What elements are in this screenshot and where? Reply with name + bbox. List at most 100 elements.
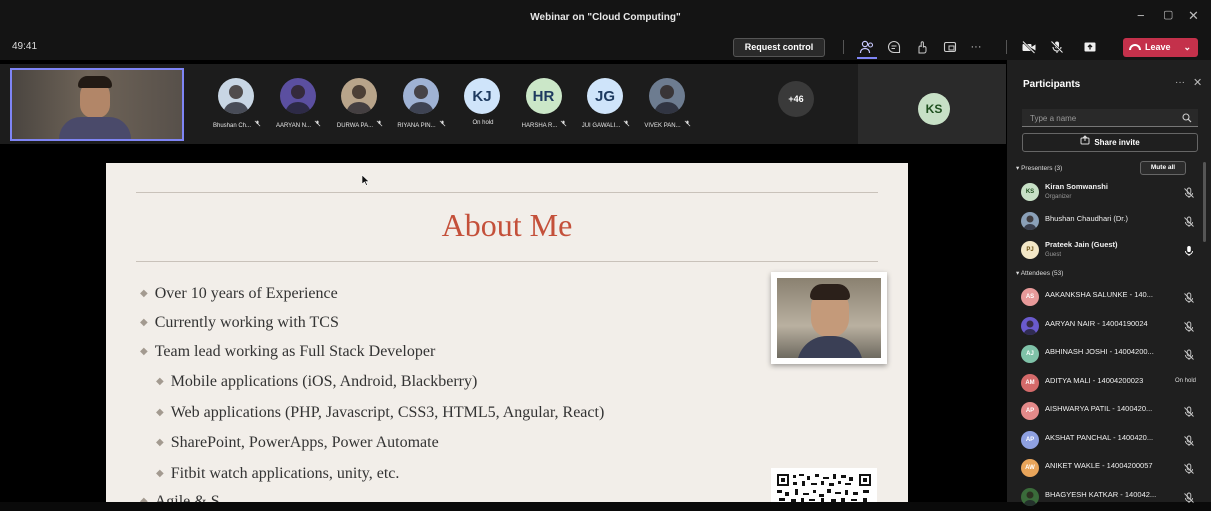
participant-name: BHAGYESH KATKAR - 140042... bbox=[1045, 489, 1157, 499]
slide-sub-bullet: ◆ Mobile applications (iOS, Android, Blac… bbox=[156, 373, 477, 391]
slide-divider bbox=[136, 261, 878, 262]
mic-muted-icon bbox=[376, 120, 383, 129]
photo-image bbox=[777, 278, 881, 358]
attendee-row[interactable]: AW ANIKET WAKLE - 14004200057 bbox=[1007, 456, 1203, 482]
participant-avatar: AS bbox=[1021, 288, 1039, 306]
bullet-marker: ◆ bbox=[140, 346, 148, 357]
participant-tile[interactable]: VIVEK PAN... bbox=[630, 78, 706, 140]
share-screen-icon[interactable] bbox=[1080, 38, 1100, 56]
rooms-icon[interactable] bbox=[940, 38, 960, 56]
participant-avatar bbox=[1021, 487, 1039, 506]
mic-off-icon[interactable] bbox=[1047, 38, 1067, 56]
more-actions-button[interactable]: ··· bbox=[966, 38, 986, 56]
request-control-button[interactable]: Request control bbox=[733, 38, 825, 57]
overflow-count[interactable]: +46 bbox=[778, 81, 814, 117]
slide-bullet-text: Team lead working as Full Stack Develope… bbox=[154, 343, 436, 360]
slide-title: About Me bbox=[441, 207, 573, 243]
attendee-row[interactable]: AP AKSHAT PANCHAL - 1400420... bbox=[1007, 428, 1203, 454]
slide-bullet-text: Over 10 years of Experience bbox=[154, 285, 338, 302]
share-invite-button[interactable]: Share invite bbox=[1022, 133, 1198, 152]
attendee-row[interactable]: BHAGYESH KATKAR - 140042... bbox=[1007, 485, 1203, 511]
reactions-icon[interactable] bbox=[912, 38, 932, 56]
close-button[interactable]: ✕ bbox=[1188, 8, 1199, 24]
participant-avatar bbox=[1021, 212, 1039, 230]
minimize-button[interactable]: − bbox=[1137, 8, 1145, 23]
participant-avatar bbox=[279, 78, 316, 114]
shared-slide: About Me ◆ Over 10 years of Experience ◆ C… bbox=[106, 163, 908, 502]
search-placeholder: Type a name bbox=[1030, 114, 1077, 123]
organizer-avatar: KS bbox=[918, 93, 950, 125]
slide-sub-bullet-text: SharePoint, PowerApps, Power Automate bbox=[170, 434, 439, 451]
bullet-marker: ◆ bbox=[140, 496, 148, 502]
participant-avatar: AW bbox=[1021, 459, 1039, 477]
photo-shirt bbox=[797, 336, 863, 358]
participant-avatar: AJ bbox=[1021, 345, 1039, 363]
slide-sub-bullet-text: Mobile applications (iOS, Android, Black… bbox=[170, 373, 478, 390]
participant-name: ABHINASH JOSHI - 14004200... bbox=[1045, 347, 1154, 356]
presenter-row[interactable]: Bhushan Chaudhari (Dr.) bbox=[1007, 209, 1203, 235]
profile-photo bbox=[771, 272, 887, 364]
slide-bullet-text: Agile & S... bbox=[154, 493, 232, 502]
mute-all-button[interactable]: Mute all bbox=[1140, 161, 1186, 175]
search-icon[interactable] bbox=[1182, 113, 1192, 125]
attendee-row[interactable]: AJ ABHINASH JOSHI - 14004200... bbox=[1007, 342, 1203, 368]
presenter-row[interactable]: PJ Prateek Jain (Guest) Guest bbox=[1007, 238, 1203, 264]
participant-avatar bbox=[648, 78, 685, 114]
panel-title: Participants bbox=[1023, 79, 1081, 90]
participant-status: On hold bbox=[1175, 377, 1197, 384]
participant-name-text: HARSHA R... bbox=[521, 123, 558, 129]
mic-muted-icon[interactable] bbox=[1183, 215, 1195, 227]
mic-muted-icon[interactable] bbox=[1183, 405, 1195, 417]
title-bar: Webinar on "Cloud Computing" − ▢ ✕ bbox=[0, 0, 1211, 34]
camera-off-icon[interactable] bbox=[1019, 38, 1039, 56]
attendee-row[interactable]: AARYAN NAIR - 14004190024 bbox=[1007, 314, 1203, 340]
participant-name: ADITYA MALI - 14004200023 bbox=[1045, 375, 1144, 385]
maximize-button[interactable]: ▢ bbox=[1163, 8, 1173, 21]
participant-avatar: AP bbox=[1021, 430, 1039, 449]
qr-code-icon bbox=[775, 472, 873, 502]
mic-muted-icon[interactable] bbox=[1183, 291, 1195, 303]
panel-more-button[interactable]: ··· bbox=[1175, 77, 1185, 88]
participant-role: Guest bbox=[1045, 252, 1062, 258]
participant-name: Bhushan Chaudhari (Dr.) bbox=[1045, 214, 1128, 223]
participant-avatar: AM bbox=[1021, 373, 1039, 392]
presenters-header: Presenters (3) bbox=[1021, 165, 1063, 172]
participant-name: AARYAN NAIR - 14004190024 bbox=[1045, 318, 1148, 328]
participant-avatar: AP bbox=[1021, 402, 1039, 420]
presenter-row[interactable]: KS Kiran Somwanshi Organizer bbox=[1007, 180, 1203, 206]
mic-muted-icon[interactable] bbox=[1183, 462, 1195, 474]
attendee-row[interactable]: AS AAKANKSHA SALUNKE - 140... bbox=[1007, 285, 1203, 311]
qr-code bbox=[771, 468, 877, 502]
bullet-marker: ◆ bbox=[156, 407, 164, 418]
attendee-row[interactable]: AM ADITYA MALI - 14004200023 On hold bbox=[1007, 371, 1203, 397]
people-icon[interactable] bbox=[857, 38, 877, 56]
participant-name-text: AARYAN N... bbox=[275, 123, 312, 129]
mic-muted-icon[interactable] bbox=[1183, 434, 1195, 446]
mic-muted-icon[interactable] bbox=[1183, 186, 1195, 198]
bullet-marker: ◆ bbox=[156, 437, 164, 448]
panel-scrollbar[interactable] bbox=[1203, 162, 1206, 242]
mic-muted-icon[interactable] bbox=[1183, 491, 1195, 503]
participant-avatar bbox=[218, 78, 254, 114]
participants-panel: Participants ··· ✕ Type a name Share inv… bbox=[1007, 60, 1211, 506]
mic-muted-icon[interactable] bbox=[1183, 348, 1195, 360]
participant-search-input[interactable]: Type a name bbox=[1022, 109, 1198, 127]
slide-bullet: ◆ Over 10 years of Experience bbox=[140, 285, 338, 303]
mic-muted-icon[interactable] bbox=[1183, 320, 1195, 332]
mic-on-icon[interactable] bbox=[1183, 244, 1195, 256]
leave-button[interactable]: Leave ⌄ bbox=[1123, 38, 1198, 57]
attendee-row[interactable]: AP AISHWARYA PATIL - 1400420... bbox=[1007, 399, 1203, 425]
slide-bullet-text: Currently working with TCS bbox=[154, 314, 339, 331]
participant-avatar: HR bbox=[525, 78, 562, 114]
participant-avatar bbox=[402, 78, 439, 114]
chat-icon[interactable] bbox=[884, 38, 904, 56]
panel-close-button[interactable]: ✕ bbox=[1193, 76, 1202, 89]
chevron-down-icon[interactable]: ⌄ bbox=[1183, 38, 1191, 57]
attendees-section-toggle[interactable]: ▾ Attendees (53) bbox=[1016, 269, 1063, 277]
presenters-section-toggle[interactable]: ▾ Presenters (3) bbox=[1016, 164, 1062, 172]
presenter-video bbox=[10, 68, 184, 141]
toolbar-divider bbox=[1006, 40, 1007, 54]
participant-avatar bbox=[341, 78, 377, 114]
active-tab-indicator bbox=[857, 57, 877, 59]
meeting-toolbar: 49:41 Request control ··· Leave ⌄ bbox=[0, 34, 1211, 60]
